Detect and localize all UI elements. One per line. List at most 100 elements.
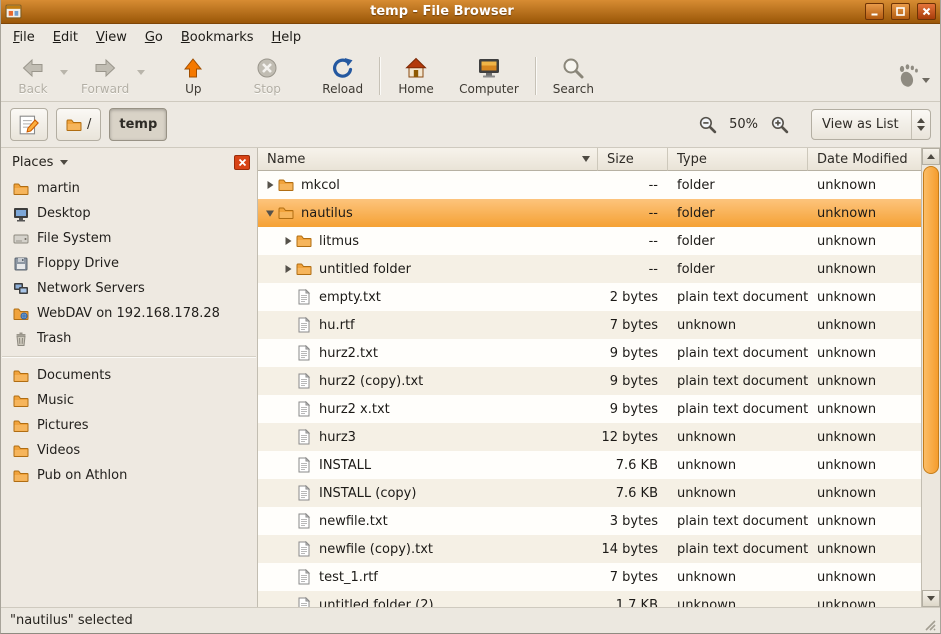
list-row-hurz2-x-txt[interactable]: hurz2 x.txt9 bytesplain text documentunk… (258, 395, 921, 423)
sidebar-item-martin[interactable]: martin (1, 176, 257, 201)
list-row-mkcol[interactable]: mkcol--folderunknown (258, 171, 921, 199)
list-row-untitled-folder-2[interactable]: untitled folder (2)1.7 KBunknownunknown (258, 591, 921, 607)
column-header-type[interactable]: Type (668, 148, 808, 171)
menu-file[interactable]: File (5, 26, 43, 49)
list-row-newfile-copy-txt[interactable]: newfile (copy).txt14 bytesplain text doc… (258, 535, 921, 563)
forward-history-dropdown-icon[interactable] (137, 70, 145, 75)
name-cell: newfile.txt (258, 513, 598, 529)
location-bar: / temp 50% View as List (1, 102, 940, 148)
scrollbar-thumb[interactable] (923, 166, 939, 474)
list-row-hurz2-txt[interactable]: hurz2.txt9 bytesplain text documentunkno… (258, 339, 921, 367)
file-icon (296, 289, 312, 305)
menu-edit[interactable]: Edit (45, 26, 86, 49)
view-mode-selector[interactable]: View as List (811, 109, 931, 140)
file-type: unknown (668, 318, 808, 333)
sidebar-item-label: Videos (37, 443, 80, 458)
sidebar-item-pub-on-athlon[interactable]: Pub on Athlon (1, 463, 257, 488)
edit-location-button[interactable] (10, 108, 48, 141)
overflow-dropdown-icon (922, 78, 930, 83)
sidebar-item-documents[interactable]: Documents (1, 363, 257, 388)
list-row-nautilus[interactable]: nautilus--folderunknown (258, 199, 921, 227)
sidebar-item-desktop[interactable]: Desktop (1, 201, 257, 226)
minimize-button[interactable] (865, 3, 884, 20)
back-history-dropdown-icon[interactable] (60, 70, 68, 75)
home-button[interactable]: Home (390, 52, 442, 99)
stop-button[interactable]: Stop (241, 52, 293, 99)
sidebar-item-trash[interactable]: Trash (1, 326, 257, 351)
gnome-logo-icon (895, 63, 921, 89)
file-date-modified: unknown (808, 402, 921, 417)
sidebar-item-network-servers[interactable]: Network Servers (1, 276, 257, 301)
edit-location-icon (18, 114, 40, 136)
zoom-in-button[interactable] (770, 115, 789, 134)
sidebar-item-pictures[interactable]: Pictures (1, 413, 257, 438)
file-name: hurz2 x.txt (319, 402, 390, 417)
column-header-date-modified[interactable]: Date Modified (808, 148, 921, 171)
expander-expanded-icon[interactable] (262, 208, 277, 218)
close-button[interactable] (917, 3, 936, 20)
up-button[interactable]: Up (167, 52, 219, 99)
list-row-test-1-rtf[interactable]: test_1.rtf7 bytesunknownunknown (258, 563, 921, 591)
floppy-icon (13, 256, 29, 272)
file-type: plain text document (668, 346, 808, 361)
list-row-install[interactable]: INSTALL7.6 KBunknownunknown (258, 451, 921, 479)
toolbar-overflow-button[interactable] (895, 63, 930, 89)
list-row-untitled-folder[interactable]: untitled folder--folderunknown (258, 255, 921, 283)
resize-grip-icon[interactable] (922, 617, 938, 633)
path-button-temp[interactable]: temp (109, 108, 167, 141)
list-row-newfile-txt[interactable]: newfile.txt3 bytesplain text documentunk… (258, 507, 921, 535)
computer-icon (476, 56, 502, 80)
sidebar-item-file-system[interactable]: File System (1, 226, 257, 251)
expander-collapsed-icon[interactable] (280, 236, 295, 246)
column-header-name[interactable]: Name (258, 148, 598, 171)
sidebar-item-videos[interactable]: Videos (1, 438, 257, 463)
list-row-empty-txt[interactable]: empty.txt2 bytesplain text documentunkno… (258, 283, 921, 311)
vertical-scrollbar[interactable] (921, 148, 940, 607)
titlebar[interactable]: temp - File Browser (1, 0, 940, 24)
file-icon (296, 513, 312, 529)
file-size: 1.7 KB (598, 598, 668, 608)
menu-bookmarks[interactable]: Bookmarks (173, 26, 262, 49)
scroll-up-button[interactable] (922, 148, 940, 165)
list-row-litmus[interactable]: litmus--folderunknown (258, 227, 921, 255)
file-icon (296, 485, 312, 501)
name-cell: empty.txt (258, 289, 598, 305)
path-button-root[interactable]: / (56, 108, 101, 141)
scrollbar-track[interactable] (922, 165, 940, 590)
list-row-hu-rtf[interactable]: hu.rtf7 bytesunknownunknown (258, 311, 921, 339)
sidebar-item-floppy-drive[interactable]: Floppy Drive (1, 251, 257, 276)
status-text: "nautilus" selected (10, 613, 133, 628)
folder-icon (278, 177, 294, 193)
view-mode-stepper[interactable] (911, 110, 930, 139)
up-icon (180, 56, 206, 80)
expander-collapsed-icon[interactable] (280, 264, 295, 274)
menu-go[interactable]: Go (137, 26, 171, 49)
computer-button[interactable]: Computer (452, 52, 526, 99)
zoom-level: 50% (729, 117, 758, 132)
search-label: Search (553, 82, 594, 96)
list-row-install-copy[interactable]: INSTALL (copy)7.6 KBunknownunknown (258, 479, 921, 507)
file-date-modified: unknown (808, 542, 921, 557)
list-row-hurz2-copy-txt[interactable]: hurz2 (copy).txt9 bytesplain text docume… (258, 367, 921, 395)
file-date-modified: unknown (808, 178, 921, 193)
zoom-out-button[interactable] (698, 115, 717, 134)
sidebar-item-webdav-on-192-168-178-28[interactable]: WebDAV on 192.168.178.28 (1, 301, 257, 326)
column-header-size[interactable]: Size (598, 148, 668, 171)
maximize-button[interactable] (891, 3, 910, 20)
window-title: temp - File Browser (26, 4, 858, 19)
reload-button[interactable]: Reload (315, 52, 370, 99)
sidebar-item-music[interactable]: Music (1, 388, 257, 413)
search-button[interactable]: Search (546, 52, 601, 99)
back-button[interactable]: Back (7, 52, 59, 99)
file-size: -- (598, 178, 668, 193)
list-row-hurz3[interactable]: hurz312 bytesunknownunknown (258, 423, 921, 451)
menu-help[interactable]: Help (264, 26, 310, 49)
menu-view[interactable]: View (88, 26, 135, 49)
scroll-down-button[interactable] (922, 590, 940, 607)
places-selector[interactable]: Places (12, 155, 68, 170)
name-cell: INSTALL (copy) (258, 485, 598, 501)
expander-collapsed-icon[interactable] (262, 180, 277, 190)
trash-icon (13, 331, 29, 347)
sidebar-close-button[interactable] (234, 155, 250, 170)
forward-button[interactable]: Forward (74, 52, 136, 99)
